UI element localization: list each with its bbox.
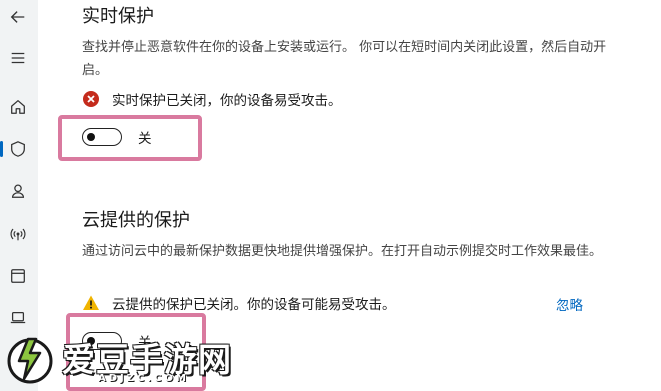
- site-watermark: 爱豆手游网 ADJZC.COM: [0, 329, 260, 391]
- watermark-domain: ADJZC.COM: [98, 373, 189, 384]
- cloud-section-title: 云提供的保护: [82, 210, 190, 231]
- realtime-description: 查找并停止恶意软件在你的设备上安装或运行。 你可以在短时间内关闭此设置，然后自动…: [82, 40, 607, 78]
- watermark-logo-icon: [7, 337, 53, 384]
- toggle-knob: [87, 132, 95, 141]
- menu-button[interactable]: [3, 43, 33, 73]
- nav-item-virus-protection[interactable]: [0, 134, 33, 164]
- shield-icon: [11, 141, 25, 157]
- back-icon: [10, 11, 25, 23]
- cloud-status-text: 云提供的保护已关闭。你的设备可能易受攻击。: [112, 297, 396, 313]
- cloud-description: 通过访问云中的最新保护数据更快地提供增强保护。在打开自动示例提交时工作效果最佳。: [82, 244, 603, 259]
- realtime-toggle-label: 关: [138, 131, 152, 147]
- menu-icon: [11, 52, 25, 64]
- app-browser-icon: [11, 269, 25, 283]
- warning-triangle-icon: [83, 295, 99, 310]
- realtime-protection-toggle[interactable]: [82, 128, 122, 146]
- account-icon: [11, 184, 25, 198]
- network-icon: [10, 228, 26, 241]
- nav-item-home[interactable]: [3, 92, 33, 122]
- error-circle-icon: [83, 91, 99, 107]
- realtime-toggle-row: 关: [82, 127, 152, 147]
- device-icon: [10, 311, 26, 324]
- realtime-section-title: 实时保护: [82, 6, 154, 27]
- realtime-status: 实时保护已关闭，你的设备易受攻击。: [82, 89, 342, 109]
- nav-item-account[interactable]: [3, 176, 33, 206]
- nav-item-app-browser[interactable]: [3, 261, 33, 291]
- dismiss-link[interactable]: 忽略: [556, 294, 583, 314]
- cloud-status: 云提供的保护已关闭。你的设备可能易受攻击。: [82, 293, 396, 313]
- nav-item-network[interactable]: [3, 219, 33, 249]
- back-button[interactable]: [3, 2, 33, 32]
- home-icon: [11, 100, 25, 114]
- realtime-status-text: 实时保护已关闭，你的设备易受攻击。: [112, 93, 342, 109]
